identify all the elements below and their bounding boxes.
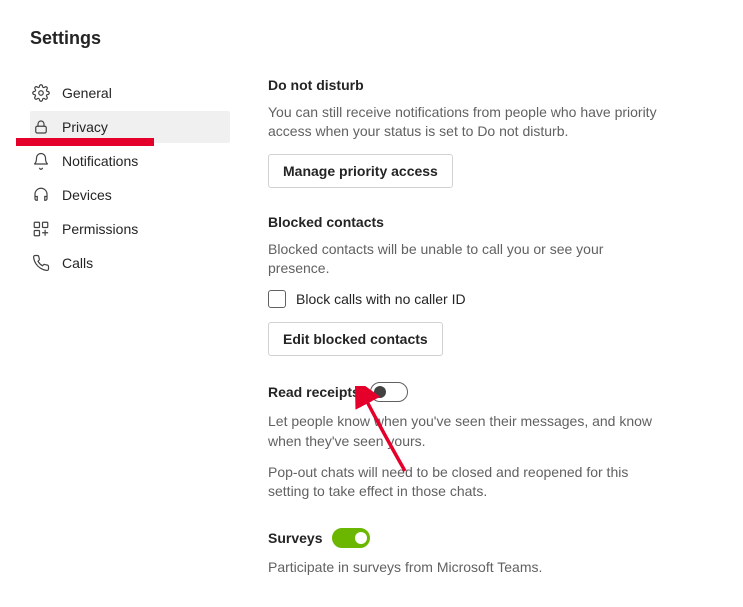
sidebar-item-devices[interactable]: Devices [30, 179, 230, 211]
sidebar-item-label: Permissions [62, 221, 218, 237]
read-receipts-desc1: Let people know when you've seen their m… [268, 412, 660, 451]
read-receipts-toggle[interactable] [370, 382, 408, 402]
read-receipts-heading: Read receipts [268, 382, 660, 402]
lock-icon [32, 118, 50, 136]
edit-blocked-contacts-button[interactable]: Edit blocked contacts [268, 322, 443, 356]
sidebar-item-label: Devices [62, 187, 218, 203]
annotation-redbar [16, 138, 154, 146]
sidebar-item-notifications[interactable]: Notifications [30, 145, 230, 177]
sidebar-item-permissions[interactable]: Permissions [30, 213, 230, 245]
phone-icon [32, 254, 50, 272]
page-title: Settings [30, 28, 743, 49]
surveys-desc: Participate in surveys from Microsoft Te… [268, 558, 660, 577]
read-receipts-desc2: Pop-out chats will need to be closed and… [268, 463, 660, 502]
surveys-label: Surveys [268, 530, 322, 546]
headset-icon [32, 186, 50, 204]
sidebar-item-general[interactable]: General [30, 77, 230, 109]
sidebar-item-label: General [62, 85, 218, 101]
dnd-desc: You can still receive notifications from… [268, 103, 660, 142]
gear-icon [32, 84, 50, 102]
main-content: Do not disturb You can still receive not… [230, 77, 700, 603]
blocked-desc: Blocked contacts will be unable to call … [268, 240, 660, 279]
block-no-caller-id-checkbox[interactable] [268, 290, 286, 308]
bell-icon [32, 152, 50, 170]
apps-icon [32, 220, 50, 238]
dnd-heading: Do not disturb [268, 77, 660, 93]
surveys-toggle[interactable] [332, 528, 370, 548]
blocked-heading: Blocked contacts [268, 214, 660, 230]
block-no-caller-id-row: Block calls with no caller ID [268, 290, 660, 308]
settings-sidebar: General Privacy Notifications Devices [30, 77, 230, 603]
sidebar-item-calls[interactable]: Calls [30, 247, 230, 279]
section-surveys: Surveys Participate in surveys from Micr… [268, 528, 660, 577]
sidebar-item-label: Notifications [62, 153, 218, 169]
section-dnd: Do not disturb You can still receive not… [268, 77, 660, 188]
block-no-caller-id-label: Block calls with no caller ID [296, 291, 466, 307]
section-read-receipts: Read receipts Let people know when you'v… [268, 382, 660, 501]
sidebar-item-label: Calls [62, 255, 218, 271]
manage-priority-access-button[interactable]: Manage priority access [268, 154, 453, 188]
sidebar-item-label: Privacy [62, 119, 218, 135]
surveys-heading: Surveys [268, 528, 660, 548]
section-blocked: Blocked contacts Blocked contacts will b… [268, 214, 660, 357]
read-receipts-label: Read receipts [268, 384, 360, 400]
